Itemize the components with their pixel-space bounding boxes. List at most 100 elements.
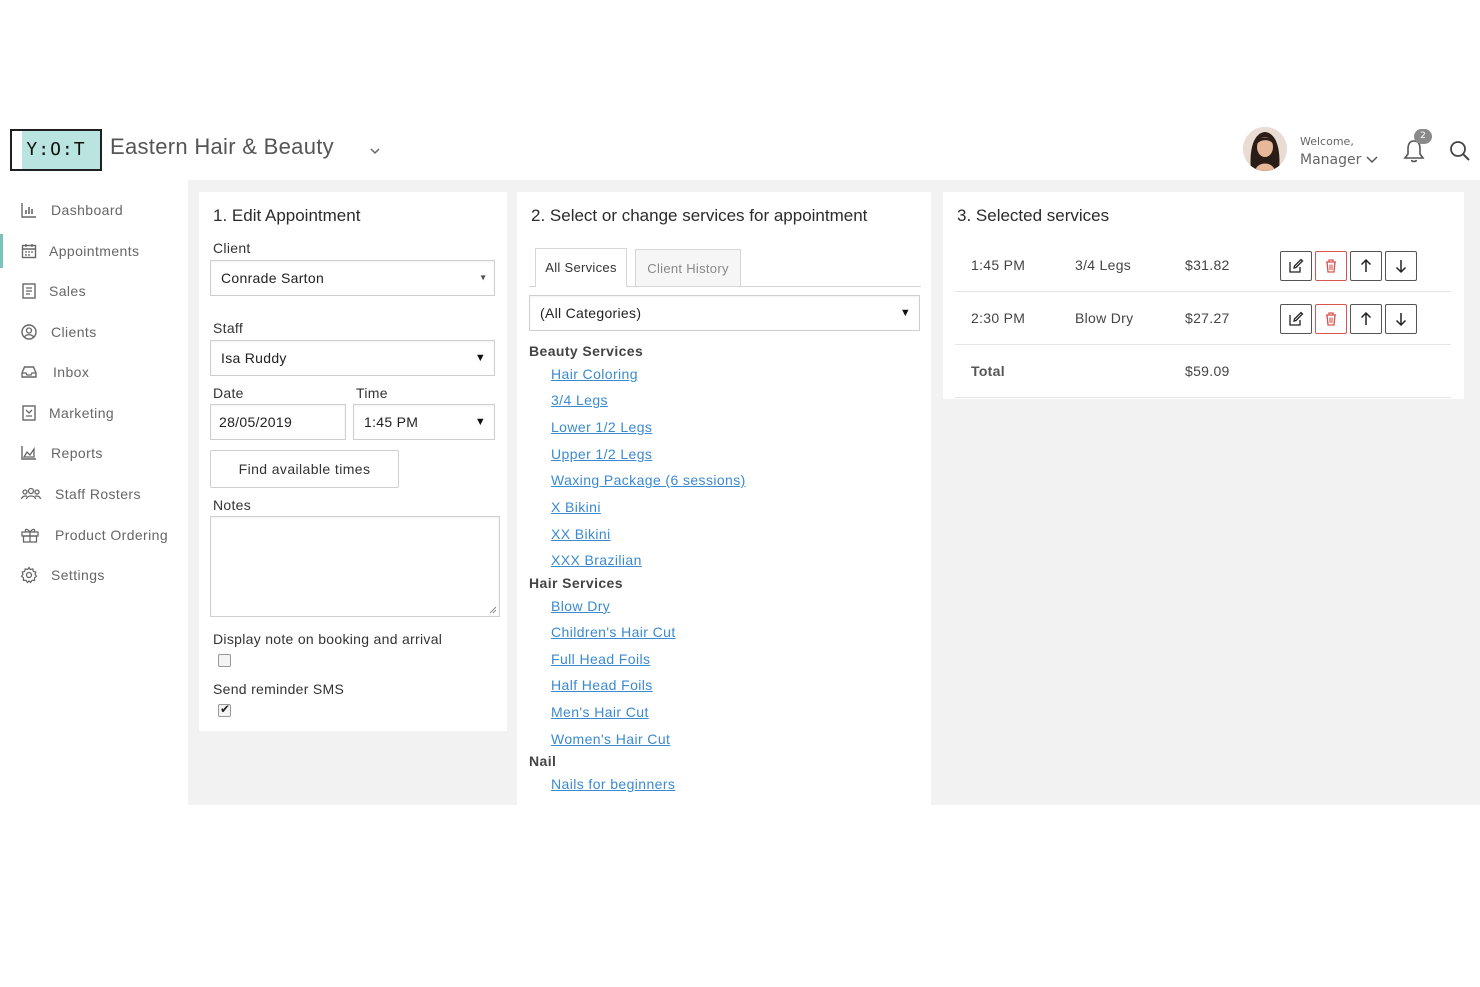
edit-button[interactable] [1280,251,1312,281]
arrow-down-icon [1395,313,1407,327]
business-name[interactable]: Eastern Hair & Beauty [110,134,334,160]
display-note-checkbox[interactable] [218,654,231,667]
category-select[interactable]: (All Categories) ▼ [529,295,920,331]
arrow-down-icon [1395,260,1407,274]
service-link[interactable]: Half Head Foils [551,677,653,693]
service-link[interactable]: Hair Coloring [551,366,638,382]
sidebar-item-sales[interactable]: Sales [0,274,188,308]
selected-time: 2:30 PM [971,310,1026,326]
move-down-button[interactable] [1385,251,1417,281]
selected-service: Blow Dry [1075,310,1134,326]
sidebar-item-label: Sales [49,283,87,299]
chevron-down-icon[interactable] [1365,154,1379,166]
staff-label: Staff [213,320,244,336]
selected-price: $31.82 [1185,257,1230,273]
trash-icon [1326,312,1336,326]
bar-chart-icon [21,203,36,218]
delete-button[interactable] [1315,251,1347,281]
tab-client-history[interactable]: Client History [635,249,741,286]
time-value: 1:45 PM [364,414,419,430]
top-header: Y:O:T Eastern Hair & Beauty Welcome, Man… [0,118,1480,180]
move-up-button[interactable] [1350,251,1382,281]
category-value: (All Categories) [540,305,642,321]
service-link[interactable]: Full Head Foils [551,651,650,667]
sidebar-item-label: Inbox [53,364,90,380]
caret-down-icon: ▾ [480,272,486,284]
service-link[interactable]: 3/4 Legs [551,392,608,408]
resize-handle-icon[interactable] [489,606,497,614]
sidebar-item-label: Clients [51,324,97,340]
category-heading: Nail [529,753,557,769]
sidebar-item-dashboard[interactable]: Dashboard [0,193,188,227]
inbox-icon [21,366,37,378]
user-role[interactable]: Manager [1300,152,1361,168]
sidebar-item-label: Staff Rosters [55,486,141,502]
sidebar-item-clients[interactable]: Clients [0,315,188,349]
service-link[interactable]: Lower 1/2 Legs [551,419,652,435]
sidebar-item-inbox[interactable]: Inbox [0,355,188,389]
logo-text: Y:O:T [26,139,86,160]
row-divider [955,397,1451,398]
group-icon [20,487,42,500]
notes-textarea[interactable] [210,516,500,617]
sidebar-item-reports[interactable]: Reports [0,436,188,470]
service-link[interactable]: Children's Hair Cut [551,624,676,640]
service-link[interactable]: XX Bikini [551,526,611,542]
service-link[interactable]: Waxing Package (6 sessions) [551,472,746,488]
sidebar-item-marketing[interactable]: Marketing [0,396,188,430]
total-label: Total [971,363,1005,379]
move-up-button[interactable] [1350,304,1382,334]
service-link[interactable]: Blow Dry [551,598,610,614]
client-value: Conrade Sarton [221,270,325,286]
user-circle-icon [21,324,37,340]
row-divider [955,344,1451,345]
caret-down-icon: ▼ [899,307,911,319]
row-divider [955,291,1451,292]
service-link[interactable]: Women's Hair Cut [551,731,670,747]
arrow-up-icon [1360,311,1372,325]
selected-price: $27.27 [1185,310,1230,326]
chevron-down-icon[interactable] [368,144,382,158]
area-chart-icon [21,446,36,460]
checkmark-icon: ✔ [220,702,231,716]
category-heading: Hair Services [529,575,623,591]
time-select[interactable]: 1:45 PM ▼ [353,404,495,440]
sms-checkbox[interactable]: ✔ [218,702,231,717]
delete-button[interactable] [1315,304,1347,334]
staff-select[interactable]: Isa Ruddy ▼ [210,340,495,376]
service-link[interactable]: Men's Hair Cut [551,704,649,720]
caret-down-icon: ▼ [474,416,486,428]
calendar-icon [21,244,37,259]
find-available-times-button[interactable]: Find available times [210,450,399,488]
service-link[interactable]: Nails for beginners [551,776,675,792]
sidebar-item-appointments[interactable]: Appointments [0,234,188,268]
date-input[interactable]: 28/05/2019 [210,404,346,440]
welcome-text: Welcome, [1300,135,1354,148]
display-note-label: Display note on booking and arrival [213,631,443,647]
date-label: Date [213,385,244,401]
search-icon[interactable] [1448,139,1472,163]
sidebar-item-staff-rosters[interactable]: Staff Rosters [0,477,188,511]
tab-all-services[interactable]: All Services [535,248,627,286]
sidebar-item-product-ordering[interactable]: Product Ordering [0,518,188,552]
move-down-button[interactable] [1385,304,1417,334]
edit-icon [1289,258,1304,273]
service-link[interactable]: XXX Brazilian [551,552,642,568]
selected-service: 3/4 Legs [1075,257,1132,273]
selected-time: 1:45 PM [971,257,1026,273]
newsletter-icon [22,405,36,421]
yot-logo[interactable]: Y:O:T [10,129,102,171]
avatar[interactable] [1243,127,1287,171]
service-link[interactable]: X Bikini [551,499,601,515]
edit-button[interactable] [1280,304,1312,334]
service-link[interactable]: Upper 1/2 Legs [551,446,652,462]
sidebar-item-settings[interactable]: Settings [0,558,188,592]
services-title: 2. Select or change services for appoint… [531,206,868,225]
sidebar-item-label: Reports [51,445,103,461]
time-label: Time [356,385,388,401]
client-label: Client [213,240,251,256]
edit-appointment-title: 1. Edit Appointment [213,206,361,225]
date-value: 28/05/2019 [219,414,293,430]
sidebar-item-label: Dashboard [51,202,124,218]
client-select[interactable]: Conrade Sarton ▾ [210,260,495,296]
